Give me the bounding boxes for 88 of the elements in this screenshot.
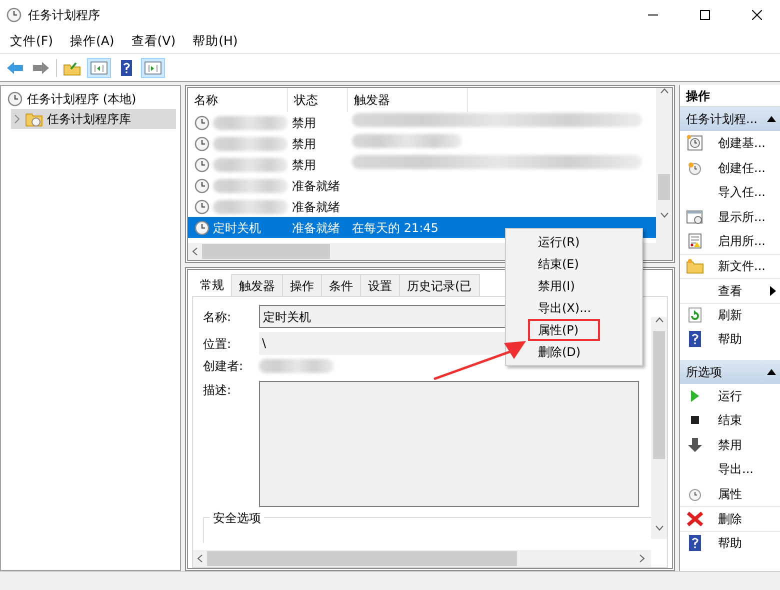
column-header[interactable]: 触发器 <box>348 88 468 112</box>
menu-item[interactable]: 结束(E) <box>506 253 642 275</box>
tab[interactable]: 设置 <box>360 274 400 296</box>
pane-toggle-button[interactable] <box>87 58 111 78</box>
clock-icon <box>194 136 210 152</box>
action-item[interactable]: 创建任... <box>680 156 780 180</box>
back-icon <box>6 60 24 76</box>
action-item[interactable]: 帮助 <box>680 530 780 555</box>
down-arrow-icon <box>686 436 704 453</box>
folder-icon <box>686 258 704 274</box>
scroll-left-icon <box>197 554 203 563</box>
action-item[interactable]: 导入任... <box>680 180 780 204</box>
document-icon <box>686 233 704 250</box>
action-item[interactable]: 显示所... <box>680 204 780 229</box>
clock-icon <box>6 7 22 23</box>
field-label: 创建者: <box>203 358 244 375</box>
maximize-icon <box>700 10 710 20</box>
collapse-icon <box>767 368 776 374</box>
window-title: 任务计划程序 <box>28 7 100 24</box>
action-item[interactable]: 帮助 <box>680 327 780 352</box>
action-item[interactable]: 导出... <box>680 457 780 482</box>
clock-icon <box>194 178 210 194</box>
scrollbar-thumb[interactable] <box>658 174 670 200</box>
pane-toggle-icon <box>90 60 108 76</box>
field-label: 描述: <box>203 382 232 399</box>
menu-item[interactable]: 帮助(H) <box>182 32 245 51</box>
section-header[interactable]: 所选项 <box>680 360 780 384</box>
window-clock-icon <box>686 208 704 225</box>
action-item[interactable]: 运行 <box>680 384 780 408</box>
collapse-icon <box>767 116 776 122</box>
menu-item[interactable]: 操作(A) <box>60 32 122 51</box>
field-label: 名称: <box>203 308 232 326</box>
scrollbar-thumb[interactable] <box>207 551 517 566</box>
action-item[interactable]: 创建基... <box>680 131 780 156</box>
chevron-right-icon <box>13 114 21 124</box>
task-row[interactable]: 准备就绪 <box>188 175 656 196</box>
scrollbar-thumb[interactable] <box>202 244 330 259</box>
action-item[interactable]: 属性 <box>680 482 780 506</box>
refresh-icon <box>686 307 704 324</box>
scroll-down-icon <box>660 212 668 218</box>
forward-icon <box>32 60 50 76</box>
help-icon <box>686 331 704 348</box>
clock-icon <box>7 91 23 107</box>
clock-icon <box>194 198 210 214</box>
help-icon <box>686 535 704 552</box>
delete-icon <box>686 510 704 527</box>
task-row[interactable]: 准备就绪 <box>188 196 656 217</box>
clock-document-icon <box>686 135 704 152</box>
field-label: 位置: <box>203 336 232 352</box>
tree-item[interactable]: 任务计划程序 (本地) <box>5 89 176 109</box>
clock-icon <box>686 160 704 176</box>
tab[interactable]: 操作 <box>282 274 322 296</box>
clock-icon <box>194 114 210 130</box>
action-pane-button[interactable] <box>141 58 165 78</box>
tree-item[interactable]: 任务计划程序库 <box>11 109 176 129</box>
menu-item[interactable]: 查看(V) <box>121 32 183 51</box>
task-row[interactable]: 禁用 <box>188 133 656 154</box>
scrollbar-thumb[interactable] <box>653 331 665 459</box>
tab[interactable]: 触发器 <box>231 274 283 296</box>
section-header[interactable]: 任务计划程... <box>680 107 780 131</box>
scroll-down-icon <box>654 525 664 531</box>
task-row[interactable]: 禁用 <box>188 112 656 133</box>
action-item[interactable]: 结束 <box>680 408 780 432</box>
action-item[interactable]: 查看 <box>680 278 780 302</box>
action-item[interactable]: 删除 <box>680 506 780 530</box>
scroll-up-icon <box>660 88 668 94</box>
description-field[interactable] <box>259 381 639 507</box>
scroll-up-icon <box>654 317 664 323</box>
action-item[interactable]: 禁用 <box>680 432 780 457</box>
action-item[interactable]: 新文件... <box>680 254 780 278</box>
column-header[interactable]: 状态 <box>288 88 348 112</box>
action-item[interactable]: 刷新 <box>680 302 780 327</box>
column-header[interactable]: 名称 <box>188 88 288 112</box>
menu-item[interactable]: 文件(F) <box>0 32 60 51</box>
action-pane-icon <box>144 60 162 76</box>
action-item[interactable]: 启用所... <box>680 229 780 254</box>
scroll-left-icon <box>192 247 198 256</box>
scroll-right-icon <box>639 554 645 563</box>
task-row[interactable]: 禁用 <box>188 154 656 175</box>
tab[interactable]: 历史记录(已 <box>399 274 480 296</box>
up-folder-icon <box>63 60 81 76</box>
group-label: 安全选项 <box>210 509 264 527</box>
folder-clock-icon <box>25 111 43 127</box>
menu-item[interactable]: 禁用(I) <box>506 275 642 297</box>
clock-icon <box>194 220 210 236</box>
clock-icon <box>194 156 210 172</box>
close-icon <box>752 10 762 20</box>
tab[interactable]: 条件 <box>321 274 361 296</box>
